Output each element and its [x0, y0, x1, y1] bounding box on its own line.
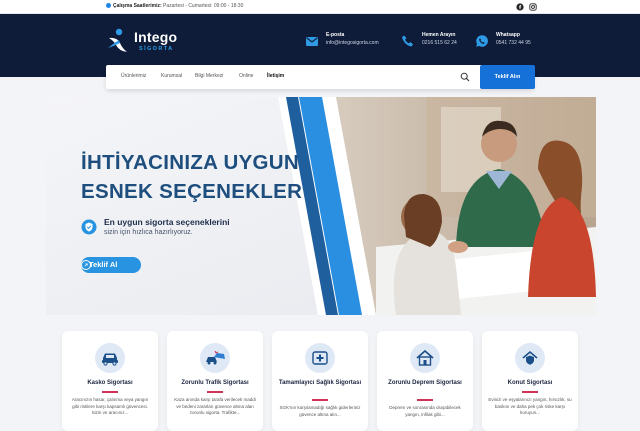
- logo[interactable]: Intego SİGORTA: [106, 26, 196, 56]
- external-link-icon: [81, 260, 91, 270]
- card-divider: [312, 399, 328, 401]
- card-description: SGK'nın karşılamadığı sağlık giderlerini…: [279, 405, 361, 417]
- card-title: Zorunlu Deprem Sigortası: [388, 380, 462, 386]
- card-divider: [207, 391, 223, 393]
- card-divider: [417, 399, 433, 401]
- product-card-saglik[interactable]: Tamamlayıcı Sağlık Sigortası SGK'nın kar…: [272, 331, 368, 431]
- card-description: Aracınızın hasar, çalınma veya yangın gi…: [71, 397, 149, 415]
- card-description: Kaza anında karşı tarafa verilecek maddi…: [174, 397, 256, 415]
- product-card-trafik[interactable]: Zorunlu Trafik Sigortası Kaza anında kar…: [167, 331, 263, 431]
- nav-item-iletisim[interactable]: İletişim: [267, 73, 284, 79]
- phone-icon: [402, 35, 413, 47]
- brand-sub: SİGORTA: [139, 46, 174, 52]
- main-nav: Ürünlerimiz Kurumsal Bilgi Merkezi Onlin…: [106, 65, 534, 89]
- card-description: Evinizi ve eşyalarınızı yangın, hırsızlı…: [488, 397, 572, 415]
- hero-button-label: Teklif Al: [89, 260, 118, 269]
- get-quote-button[interactable]: Teklif Alın: [480, 65, 535, 89]
- tagline-line-1: En uygun sigorta seçeneklerini: [104, 217, 230, 227]
- nav-item-bilgi-merkezi[interactable]: Bilgi Merkezi: [195, 73, 223, 79]
- card-title: Kasko Sigortası: [87, 380, 133, 386]
- house-icon: [410, 343, 440, 373]
- clock-icon: [106, 3, 111, 8]
- home-shield-icon: [515, 343, 545, 373]
- brand-name: Intego: [134, 29, 178, 45]
- health-icon: [305, 343, 335, 373]
- contact-value: info@integosigorta.com: [326, 40, 379, 46]
- top-bar: Çalışma Saatlerimiz: Pazartesi - Cumarte…: [0, 0, 640, 14]
- contact-value: 0541 732 44 95: [496, 40, 531, 46]
- facebook-icon[interactable]: [516, 3, 524, 11]
- contact-value: 0216 515 62 24: [422, 40, 457, 46]
- card-title: Tamamlayıcı Sağlık Sigortası: [278, 380, 362, 386]
- hero-banner: İHTİYACINIZA UYGUN ESNEK SEÇENEKLER En u…: [46, 97, 596, 315]
- nav-item-kurumsal[interactable]: Kurumsal: [161, 73, 182, 79]
- contact-title: E-posta: [326, 32, 345, 38]
- card-divider: [522, 391, 538, 393]
- car-icon: [95, 343, 125, 373]
- mail-icon: [306, 37, 318, 46]
- hero-quote-button[interactable]: Teklif Al: [81, 257, 141, 273]
- product-card-kasko[interactable]: Kasko Sigortası Aracınızın hasar, çalınm…: [62, 331, 158, 431]
- hero-illustration: [46, 97, 596, 315]
- tagline-line-2: sizin için hızlıca hazırlıyoruz.: [104, 229, 193, 236]
- card-description: Deprem ve sonrasında oluşabilecek yangın…: [389, 405, 461, 417]
- contact-title: Whatsapp: [496, 32, 520, 38]
- whatsapp-icon: [476, 35, 488, 47]
- headline-line-2: ESNEK SEÇENEKLER: [81, 180, 303, 203]
- search-icon[interactable]: [460, 72, 470, 82]
- car-crash-icon: [200, 343, 230, 373]
- card-divider: [102, 391, 118, 393]
- hero-headline: İHTİYACINIZA UYGUN ESNEK SEÇENEKLER: [81, 148, 302, 206]
- nav-item-urunlerimiz[interactable]: Ürünlerimiz: [121, 73, 146, 79]
- logo-mark-icon: [108, 28, 127, 52]
- card-title: Zorunlu Trafik Sigortası: [181, 380, 249, 386]
- instagram-icon[interactable]: [529, 3, 537, 11]
- product-card-deprem[interactable]: Zorunlu Deprem Sigortası Deprem ve sonra…: [377, 331, 473, 431]
- product-card-konut[interactable]: Konut Sigortası Evinizi ve eşyalarınızı …: [482, 331, 578, 431]
- headline-line-1: İHTİYACINIZA UYGUN: [81, 151, 300, 174]
- hours-label: Çalışma Saatlerimiz:: [113, 3, 162, 9]
- card-title: Konut Sigortası: [507, 380, 553, 386]
- contact-title: Hemen Arayın: [422, 32, 456, 38]
- shield-check-icon: [81, 219, 97, 235]
- nav-item-online[interactable]: Online: [239, 73, 253, 79]
- working-hours: Çalışma Saatlerimiz: Pazartesi - Cumarte…: [106, 3, 243, 9]
- hours-value: Pazartesi - Cumartesi: 09:00 - 18:30: [163, 3, 244, 9]
